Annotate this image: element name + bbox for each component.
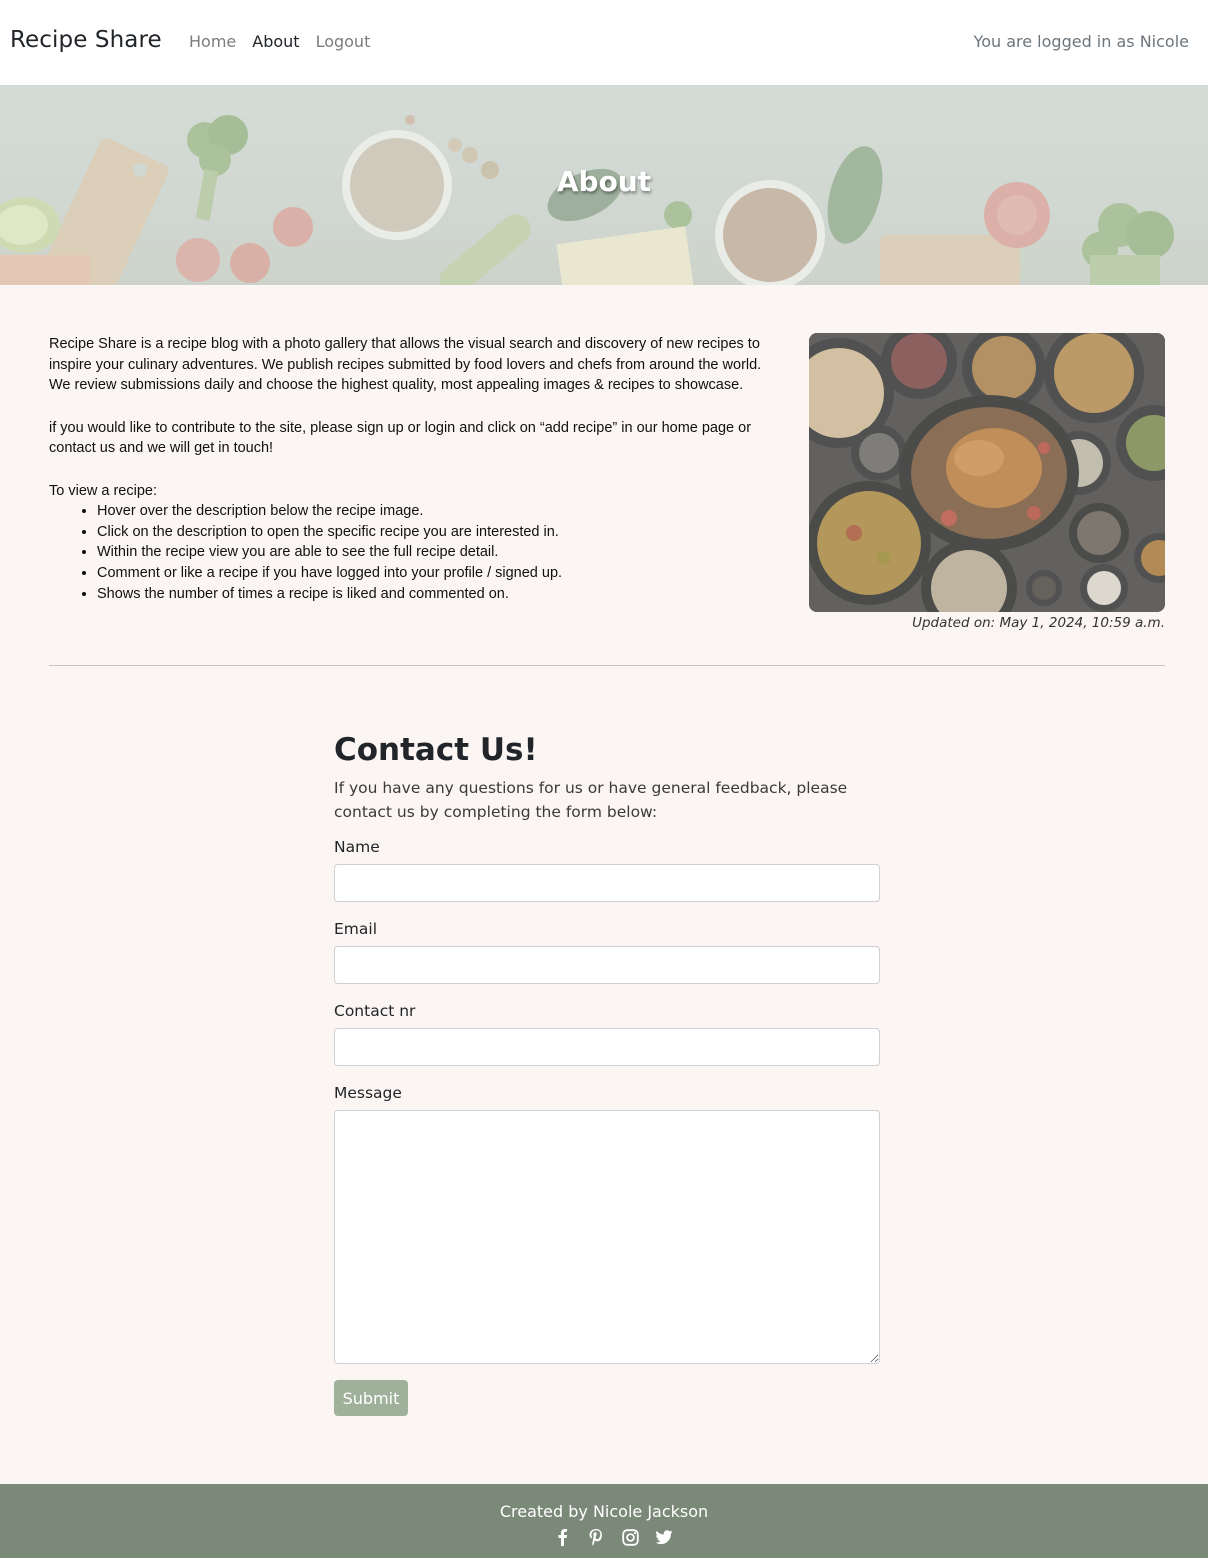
contact-form: Name Email Contact nr Message Submit [334,838,880,1416]
view-recipe-steps: Hover over the description below the rec… [97,501,779,605]
nav-link-home[interactable]: Home [189,32,236,51]
message-textarea[interactable] [334,1110,880,1364]
navbar: Recipe Share Home About Logout You are l… [0,0,1208,85]
email-input[interactable] [334,946,880,984]
login-status: You are logged in as Nicole [973,32,1189,51]
submit-button[interactable]: Submit [334,1380,408,1416]
about-paragraph-2: if you would like to contribute to the s… [49,419,752,457]
nav-link-logout[interactable]: Logout [316,32,371,51]
message-label: Message [334,1084,402,1102]
food-spread-image [809,333,1165,612]
twitter-icon[interactable] [654,1527,674,1547]
email-label: Email [334,920,378,938]
list-item: Comment or like a recipe if you have log… [97,563,779,584]
instagram-icon[interactable] [620,1527,640,1547]
nav-link-about[interactable]: About [252,32,299,51]
name-label: Name [334,838,380,856]
nav-links: Home About Logout [189,32,370,51]
footer: Created by Nicole Jackson [0,1484,1208,1558]
list-item: Within the recipe view you are able to s… [97,542,779,563]
footer-credit: Created by Nicole Jackson [499,1502,709,1521]
contact-intro: If you have any questions for us or have… [334,779,848,821]
updated-timestamp: Updated on: May 1, 2024, 10:59 a.m. [912,615,1165,631]
name-input[interactable] [334,864,880,902]
facebook-icon[interactable] [552,1527,572,1547]
list-item: Click on the description to open the spe… [97,522,779,543]
brand-link[interactable]: Recipe Share [10,27,162,53]
list-item: Shows the number of times a recipe is li… [97,584,779,605]
list-item: Hover over the description below the rec… [97,501,779,522]
pinterest-icon[interactable] [586,1527,606,1547]
social-links [552,1527,674,1547]
view-recipe-heading: To view a recipe: [49,482,157,499]
page-title: About [556,165,652,198]
section-divider [49,665,1165,666]
about-paragraph-1: Recipe Share is a recipe blog with a pho… [49,336,762,393]
hero-banner: About [0,85,1208,285]
about-description: Recipe Share is a recipe blog with a pho… [49,334,779,605]
contact-number-input[interactable] [334,1028,880,1066]
contact-heading: Contact Us! [334,732,538,768]
contact-section: Contact Us! If you have any questions fo… [334,732,880,1416]
contact-number-label: Contact nr [334,1002,416,1020]
